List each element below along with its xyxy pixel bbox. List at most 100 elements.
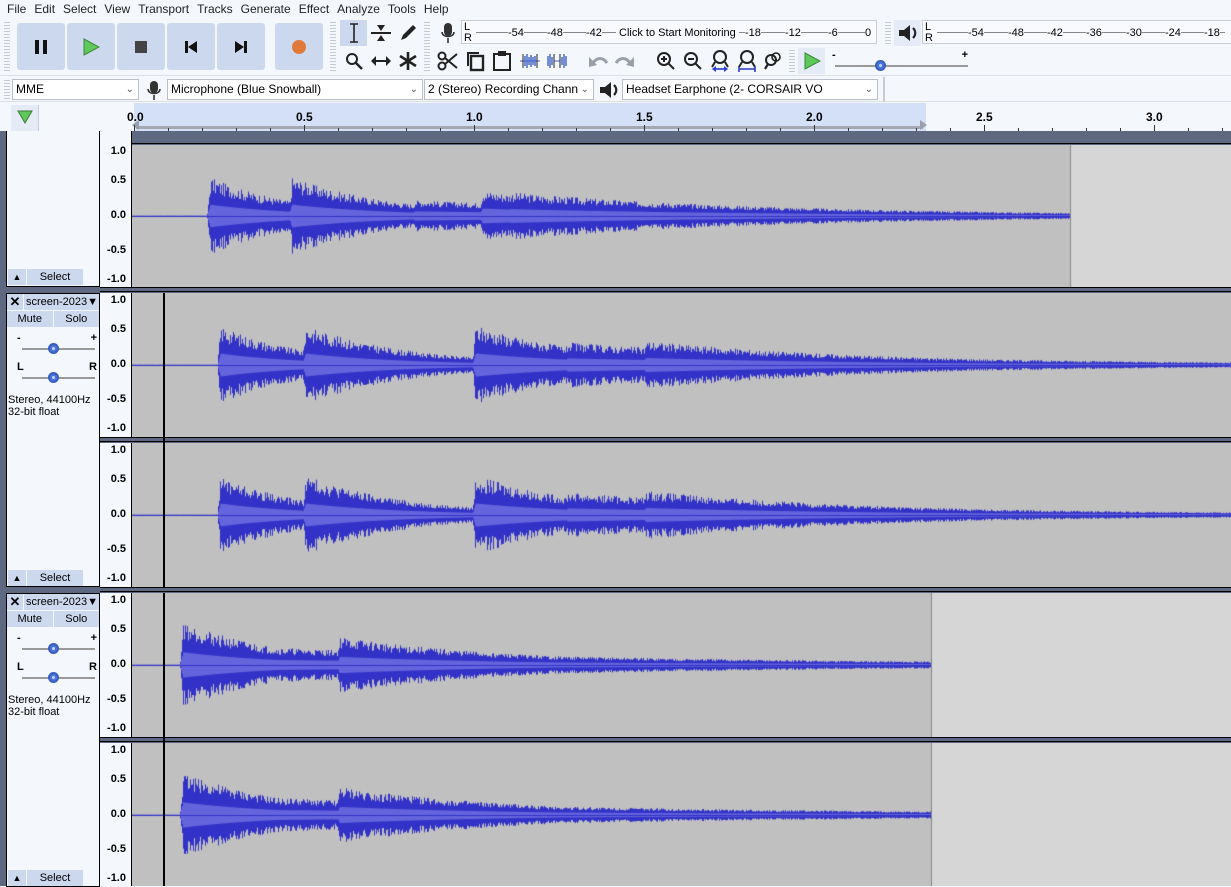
channel-separator[interactable] <box>100 737 1231 742</box>
waveform-channel[interactable] <box>132 145 1231 287</box>
select-track-button[interactable]: Select <box>27 269 83 285</box>
collapse-track-button[interactable]: ▲ <box>8 269 26 285</box>
i-beam-icon <box>349 23 358 43</box>
collapse-track-button[interactable]: ▲ <box>8 570 26 586</box>
slider-thumb[interactable] <box>48 643 59 654</box>
clip-handle-bar[interactable] <box>132 134 1231 144</box>
gain-slider[interactable]: - + <box>17 632 97 654</box>
playback-meter[interactable]: L R -54 -48 -42 -36 -30 -24 -18 <box>922 20 1231 44</box>
gain-slider[interactable]: - + <box>17 332 97 354</box>
pan-slider[interactable]: L R <box>17 361 97 383</box>
track-menu-button[interactable]: screen-2023▼ <box>24 594 99 610</box>
toolbar-grip[interactable] <box>4 80 10 99</box>
recording-channels-select[interactable]: 2 (Stereo) Recording Chann ⌄ <box>424 79 594 100</box>
waveform-channel-left[interactable] <box>132 593 1231 737</box>
undo-button[interactable] <box>584 48 611 74</box>
menu-edit[interactable]: Edit <box>31 2 60 16</box>
menu-view[interactable]: View <box>101 2 135 16</box>
fit-selection-button[interactable] <box>706 48 733 74</box>
select-track-button[interactable]: Select <box>27 570 83 586</box>
solo-button[interactable]: Solo <box>53 311 99 327</box>
menu-analyze[interactable]: Analyze <box>334 2 385 16</box>
waveform-channel-right[interactable] <box>132 443 1231 587</box>
track-control-panel[interactable]: ✕ screen-2023▼ Mute Solo - + L R Stereo,… <box>6 593 100 887</box>
waveform-channel-right[interactable] <box>132 743 1231 886</box>
solo-button[interactable]: Solo <box>53 611 99 627</box>
play-region-end-handle[interactable] <box>920 120 928 131</box>
slider-thumb[interactable] <box>48 672 59 683</box>
skip-to-end-button[interactable] <box>217 23 265 70</box>
silence-button[interactable] <box>543 48 570 74</box>
toolbar-grip[interactable] <box>789 50 795 72</box>
track-separator[interactable] <box>100 587 1231 592</box>
time-shift-tool-button[interactable] <box>367 48 394 74</box>
play-at-speed-button[interactable] <box>798 48 825 74</box>
fit-project-button[interactable] <box>733 48 760 74</box>
pause-button[interactable] <box>17 23 65 70</box>
multi-tool-button[interactable] <box>394 48 421 74</box>
timeline-ruler[interactable]: 0.0 0.5 1.0 1.5 2.0 2.5 3.0 <box>0 103 1231 131</box>
collapse-track-button[interactable]: ▲ <box>8 870 26 886</box>
cut-button[interactable] <box>434 48 461 74</box>
channel-separator[interactable] <box>100 437 1231 442</box>
track-menu-button[interactable]: screen-2023▼ <box>24 294 99 310</box>
zoom-in-button[interactable] <box>652 48 679 74</box>
track-control-panel[interactable]: ▲ Select <box>6 131 100 287</box>
record-meter[interactable]: L R -54 -48 -42 Click to Start Monitorin… <box>461 20 877 44</box>
close-track-button[interactable]: ✕ <box>7 294 24 310</box>
record-meter-button[interactable] <box>434 20 461 46</box>
menu-effect[interactable]: Effect <box>296 2 334 16</box>
track-control-panel[interactable]: ✕ screen-2023▼ Mute Solo - + L R Stereo,… <box>6 293 100 587</box>
draw-tool-button[interactable] <box>394 20 421 46</box>
menu-tracks[interactable]: Tracks <box>194 2 238 16</box>
timeline-options-button[interactable] <box>11 105 39 131</box>
triangle-up-icon: ▲ <box>12 873 22 883</box>
audio-host-value: MME <box>16 82 44 96</box>
envelope-tool-button[interactable] <box>367 20 394 46</box>
mute-button[interactable]: Mute <box>7 311 54 327</box>
record-button[interactable] <box>275 23 323 70</box>
selection-tool-button[interactable] <box>340 20 367 46</box>
skip-to-start-button[interactable] <box>167 23 215 70</box>
trim-button[interactable] <box>516 48 543 74</box>
amplitude-ruler[interactable]: 1.0 0.5 0.0 -0.5 -1.0 <box>100 131 132 287</box>
toolbar-grip[interactable] <box>330 22 336 72</box>
play-region-bar[interactable] <box>136 126 923 129</box>
menu-transport[interactable]: Transport <box>135 2 194 16</box>
toolbar-grip[interactable] <box>424 22 430 72</box>
menu-file[interactable]: File <box>4 2 31 16</box>
close-track-button[interactable]: ✕ <box>7 594 24 610</box>
menu-tools[interactable]: Tools <box>385 2 421 16</box>
amplitude-ruler[interactable]: 1.0 0.5 0.0 -0.5 -1.0 <box>100 593 132 737</box>
pan-slider[interactable]: L R <box>17 661 97 683</box>
zoom-out-button[interactable] <box>679 48 706 74</box>
menu-select[interactable]: Select <box>60 2 101 16</box>
audio-host-select[interactable]: MME ⌄ <box>12 79 139 100</box>
menu-generate[interactable]: Generate <box>238 2 296 16</box>
playback-device-select[interactable]: Headset Earphone (2- CORSAIR VO ⌄ <box>622 79 878 100</box>
amplitude-ruler[interactable]: 1.0 0.5 0.0 -0.5 -1.0 <box>100 293 132 437</box>
play-button[interactable] <box>67 23 115 70</box>
playback-meter-button[interactable] <box>894 20 921 46</box>
start-monitoring-prompt[interactable]: Click to Start Monitoring <box>616 27 739 39</box>
amplitude-ruler[interactable]: 1.0 0.5 0.0 -0.5 -1.0 <box>100 443 132 587</box>
menu-help[interactable]: Help <box>421 2 454 16</box>
select-track-button[interactable]: Select <box>27 870 83 886</box>
amplitude-ruler[interactable]: 1.0 0.5 0.0 -0.5 -1.0 <box>100 743 132 886</box>
redo-button[interactable] <box>611 48 638 74</box>
waveform-channel-left[interactable] <box>132 293 1231 437</box>
slider-thumb[interactable] <box>875 60 886 71</box>
slider-thumb[interactable] <box>48 343 59 354</box>
slider-thumb[interactable] <box>48 372 59 383</box>
play-speed-slider[interactable]: - + <box>830 49 970 71</box>
mute-button[interactable]: Mute <box>7 611 54 627</box>
track-separator[interactable] <box>100 287 1231 292</box>
paste-button[interactable] <box>488 48 515 74</box>
stop-button[interactable] <box>117 23 165 70</box>
copy-button[interactable] <box>461 48 488 74</box>
toolbar-grip[interactable] <box>4 22 10 72</box>
zoom-tool-button[interactable] <box>340 48 367 74</box>
toolbar-grip[interactable] <box>885 22 891 46</box>
zoom-toggle-button[interactable] <box>760 48 787 74</box>
recording-device-select[interactable]: Microphone (Blue Snowball) ⌄ <box>167 79 423 100</box>
